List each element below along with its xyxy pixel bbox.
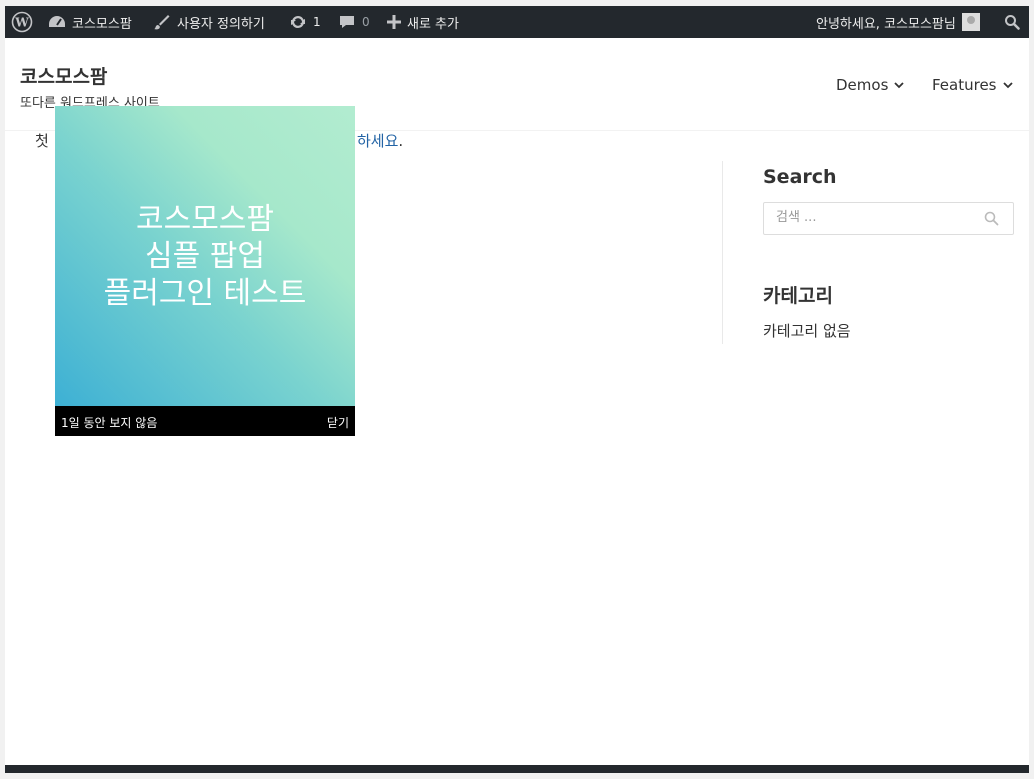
comment-icon — [340, 16, 354, 28]
sidebar-divider — [722, 161, 723, 344]
popup-close-button[interactable]: 닫기 — [327, 414, 349, 431]
comments-count: 0 — [362, 15, 370, 29]
search-form — [763, 202, 1014, 235]
customize-label: 사용자 정의하기 — [177, 16, 265, 32]
content-text: 첫 — [35, 132, 49, 150]
simple-popup: 코스모스팜 심플 팝업 플러그인 테스트 1일 동안 보지 않음 닫기 — [55, 106, 355, 436]
category-widget-title: 카테고리 — [763, 285, 833, 307]
wordpress-logo-icon[interactable]: W — [11, 6, 33, 38]
greeting-label: 안녕하세요, 코스모스팜님 — [816, 16, 956, 32]
popup-line-1: 코스모스팜 — [136, 201, 274, 237]
popup-footer: 1일 동안 보지 않음 닫기 — [55, 406, 355, 436]
hide-for-day-button[interactable]: 1일 동안 보지 않음 — [61, 414, 157, 431]
avatar — [961, 13, 980, 31]
admin-updates[interactable]: 1 — [289, 6, 321, 38]
bottom-bar — [5, 765, 1029, 773]
category-empty: 카테고리 없음 — [763, 322, 851, 340]
admin-account[interactable]: 안녕하세요, 코스모스팜님 — [816, 6, 980, 38]
nav-item-label: Features — [932, 76, 997, 94]
nav-item-label: Demos — [836, 76, 889, 94]
svg-text:W: W — [14, 16, 29, 30]
updates-count: 1 — [313, 15, 321, 29]
admin-search-icon[interactable] — [1004, 6, 1020, 38]
chevron-down-icon — [894, 82, 905, 89]
browser-viewport: W 코스모스팜 사용자 정의하기 1 0 새로 추가 안녕하세요, 코스모스팜님 — [5, 6, 1029, 773]
nav-item-demos[interactable]: Demos — [836, 76, 905, 94]
admin-bar: W 코스모스팜 사용자 정의하기 1 0 새로 추가 안녕하세요, 코스모스팜님 — [5, 6, 1029, 38]
admin-site-name[interactable]: 코스모스팜 — [48, 6, 132, 38]
admin-comments[interactable]: 0 — [338, 6, 370, 38]
popup-image[interactable]: 코스모스팜 심플 팝업 플러그인 테스트 — [55, 106, 355, 406]
content-period: . — [398, 132, 404, 150]
chevron-down-icon — [1002, 82, 1013, 89]
admin-new[interactable]: 새로 추가 — [387, 6, 459, 38]
new-label: 새로 추가 — [407, 16, 459, 32]
dashboard-icon — [49, 16, 65, 27]
admin-customize[interactable]: 사용자 정의하기 — [153, 6, 265, 38]
search-input[interactable] — [764, 203, 976, 232]
plus-icon — [387, 15, 401, 29]
content-link[interactable]: 하세요 — [357, 132, 398, 150]
site-title[interactable]: 코스모스팜 — [20, 62, 107, 89]
updates-icon — [291, 15, 305, 29]
nav-item-features[interactable]: Features — [932, 76, 1013, 94]
popup-line-2: 심플 팝업 — [145, 238, 265, 274]
brush-icon — [154, 15, 170, 30]
popup-line-3: 플러그인 테스트 — [103, 275, 307, 311]
content-link-wrapper: 하세요. — [357, 130, 403, 151]
search-icon[interactable] — [984, 211, 999, 226]
search-widget-title: Search — [763, 166, 837, 188]
site-name-label: 코스모스팜 — [72, 16, 132, 32]
